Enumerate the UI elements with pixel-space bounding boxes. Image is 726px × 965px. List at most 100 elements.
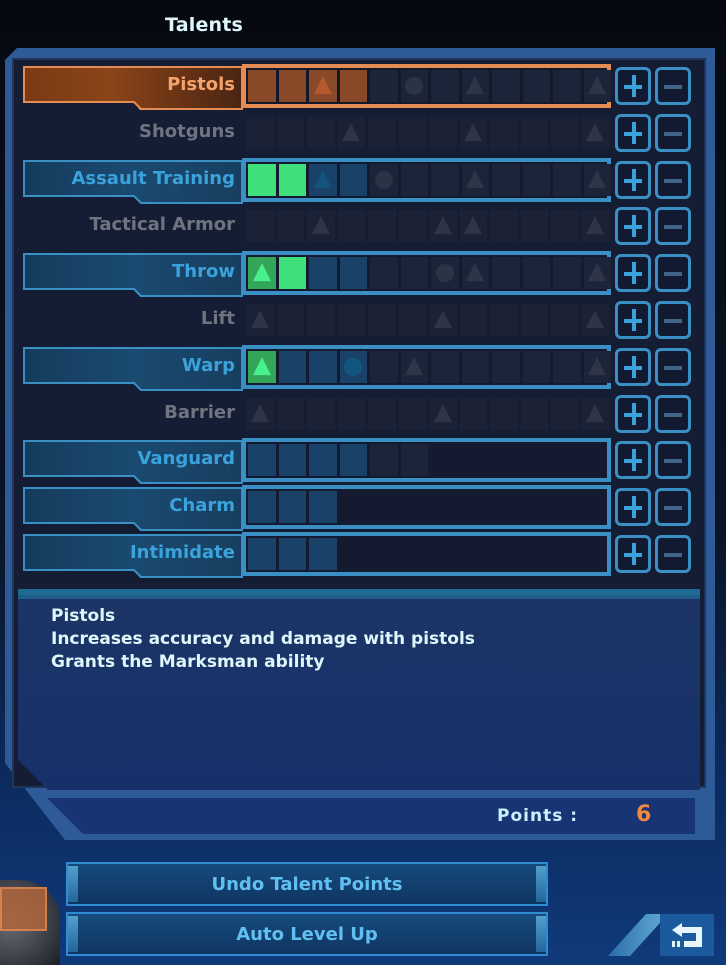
remove-point-button[interactable]: [655, 160, 691, 199]
talent-row[interactable]: Shotguns: [23, 111, 693, 155]
talent-rank-cell: [278, 538, 306, 570]
add-point-button[interactable]: [615, 488, 651, 527]
talent-row[interactable]: Vanguard: [23, 438, 693, 485]
talent-row[interactable]: Warp: [23, 344, 693, 391]
talent-row[interactable]: Tactical Armor: [23, 204, 693, 248]
talent-rank-cell: [309, 444, 337, 477]
talent-rank-cell: [520, 210, 548, 243]
add-point-button[interactable]: [615, 254, 651, 293]
talent-progress-bar: [242, 485, 612, 530]
talent-rank-cell: [370, 491, 398, 523]
talent-rank-cell: [339, 444, 367, 477]
plus-icon-vertical: [632, 309, 636, 331]
talent-row[interactable]: Pistols: [23, 64, 693, 110]
talent-rank-cell: [400, 70, 428, 102]
talent-rank-cell: [583, 70, 611, 102]
talent-rank-cell: [459, 116, 487, 149]
ability-unlock-triangle-icon: [250, 403, 269, 422]
talent-row[interactable]: Intimidate: [23, 532, 693, 578]
ability-unlock-triangle-icon: [586, 122, 605, 141]
remove-point-button[interactable]: [655, 488, 691, 527]
talent-rank-cell: [429, 116, 457, 149]
talent-rank-cell: [337, 210, 365, 243]
add-point-button[interactable]: [615, 160, 651, 199]
talent-rank-cell: [337, 397, 365, 430]
talent-rank-cell: [429, 397, 457, 430]
auto-level-up-button[interactable]: Auto Level Up: [66, 912, 548, 956]
talent-rank-cell: [337, 304, 365, 336]
talent-rank-cell: [431, 538, 459, 570]
talent-rank-cell: [553, 70, 581, 102]
talent-row[interactable]: Assault Training: [23, 157, 693, 204]
add-point-button[interactable]: [615, 535, 651, 573]
remove-point-button[interactable]: [655, 254, 691, 293]
remove-point-button[interactable]: [655, 113, 691, 152]
talent-rank-cell: [340, 491, 368, 523]
talent-row[interactable]: Throw: [23, 251, 693, 298]
ability-unlock-triangle-icon: [466, 76, 485, 95]
talent-rank-cell: [278, 257, 306, 290]
talent-progress-bar: [242, 344, 611, 389]
talent-rank-cell: [490, 397, 518, 430]
add-point-button[interactable]: [615, 301, 651, 339]
talent-rank-cell: [278, 444, 306, 477]
talent-rank-cell: [337, 116, 365, 149]
talent-name: Charm: [169, 495, 235, 517]
add-point-button[interactable]: [615, 394, 651, 433]
ability-unlock-triangle-icon: [586, 216, 605, 235]
remove-point-button[interactable]: [655, 441, 691, 480]
talent-rank-cell: [523, 491, 551, 523]
talent-progress-bar: [242, 111, 611, 155]
minus-icon: [664, 225, 682, 230]
ability-unlock-triangle-icon: [466, 263, 485, 282]
remove-point-button[interactable]: [655, 347, 691, 386]
talent-rank-cell: [246, 116, 274, 149]
add-point-button[interactable]: [615, 441, 651, 480]
talent-name: Shotguns: [139, 120, 235, 142]
talent-rank-cell: [309, 350, 337, 383]
talent-progress-bar: [242, 532, 611, 576]
add-point-button[interactable]: [615, 67, 651, 105]
remove-point-button[interactable]: [655, 535, 691, 573]
ability-unlock-triangle-icon: [252, 263, 271, 282]
talent-rank-cell: [401, 491, 429, 523]
talent-rank-cell: [400, 257, 428, 290]
talent-rank-cell: [461, 257, 489, 290]
undo-talent-points-button[interactable]: Undo Talent Points: [66, 862, 548, 906]
talent-name: Warp: [181, 354, 235, 376]
talent-rank-cell: [400, 444, 428, 477]
minus-icon: [664, 506, 682, 511]
talent-row[interactable]: Charm: [23, 485, 693, 532]
talent-row[interactable]: Barrier: [23, 392, 693, 436]
talent-rank-cell: [492, 538, 520, 570]
back-button[interactable]: [608, 914, 714, 956]
talent-rank-cell: [490, 116, 518, 149]
talent-rank-cell: [584, 491, 612, 523]
remove-point-button[interactable]: [655, 67, 691, 105]
talent-rank-cell: [278, 70, 306, 102]
plus-icon-vertical: [632, 402, 636, 425]
talent-name: Throw: [172, 261, 235, 283]
talent-rank-cell: [278, 163, 306, 196]
talent-rank-cell: [584, 538, 612, 570]
talent-rank-cell: [461, 163, 489, 196]
add-point-button[interactable]: [615, 347, 651, 386]
talent-rank-cell: [459, 210, 487, 243]
talent-rank-cell: [309, 163, 337, 196]
remove-point-button[interactable]: [655, 207, 691, 246]
talent-rank-cell: [490, 304, 518, 336]
talent-rank-cell: [278, 491, 306, 524]
talent-rank-cell: [553, 257, 581, 290]
ability-unlock-triangle-icon: [433, 216, 452, 235]
talent-name: Tactical Armor: [89, 214, 235, 236]
add-point-button[interactable]: [615, 207, 651, 246]
remove-point-button[interactable]: [655, 301, 691, 339]
character-selector-tab[interactable]: [0, 887, 47, 931]
talent-rank-cell: [309, 491, 337, 524]
talent-description: Pistols Increases accuracy and damage wi…: [51, 605, 475, 674]
add-point-button[interactable]: [615, 113, 651, 152]
minus-icon: [664, 272, 682, 277]
remove-point-button[interactable]: [655, 394, 691, 433]
auto-label: Auto Level Up: [236, 923, 378, 945]
talent-row[interactable]: Lift: [23, 298, 693, 342]
